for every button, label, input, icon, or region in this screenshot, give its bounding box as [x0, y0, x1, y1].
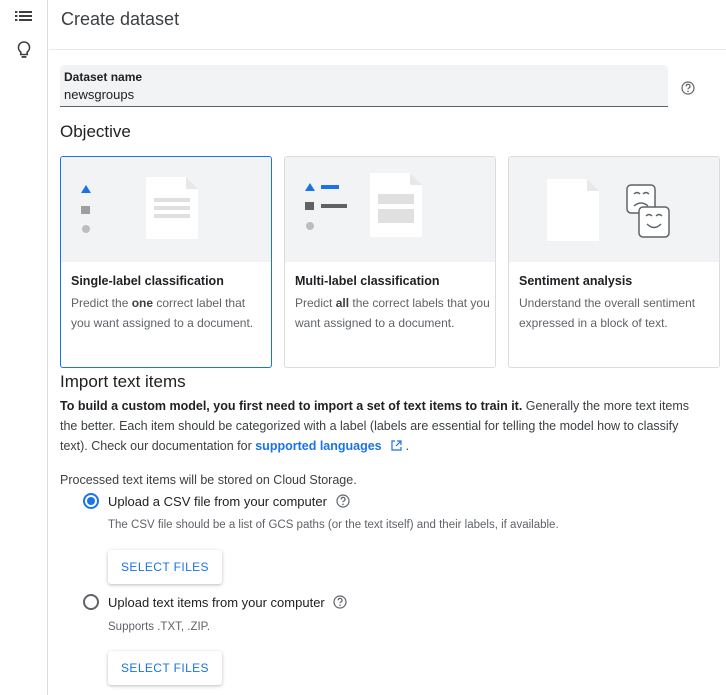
card-description: Predict all the correct labels that you …: [295, 296, 490, 330]
single-label-illustration: [61, 157, 271, 262]
objective-card-multi-label[interactable]: Multi-label classification Predict all t…: [284, 156, 496, 368]
sentiment-illustration: [509, 157, 719, 262]
upload-csv-description: The CSV file should be a list of GCS pat…: [108, 519, 559, 531]
card-description: Predict the one correct label that you w…: [71, 296, 254, 330]
help-icon[interactable]: [335, 494, 350, 508]
help-icon[interactable]: [681, 81, 695, 95]
storage-note: Processed text items will be stored on C…: [60, 473, 357, 487]
select-files-csv-button[interactable]: SELECT FILES: [108, 550, 222, 584]
card-title: Multi-label classification: [295, 274, 440, 288]
lightbulb-icon[interactable]: [14, 40, 34, 60]
list-icon[interactable]: [14, 6, 34, 26]
dataset-name-field[interactable]: Dataset name newsgroups: [60, 65, 668, 107]
external-link-icon[interactable]: [391, 440, 402, 451]
card-description: Understand the overall sentiment express…: [519, 296, 696, 330]
page-title: Create dataset: [61, 9, 180, 29]
card-title: Single-label classification: [71, 274, 224, 288]
select-files-text-button[interactable]: SELECT FILES: [108, 651, 222, 685]
help-icon[interactable]: [333, 595, 347, 609]
upload-csv-label[interactable]: Upload a CSV file from your computer: [108, 494, 350, 509]
supported-languages-link[interactable]: supported languages: [255, 439, 381, 453]
dataset-name-input[interactable]: newsgroups: [64, 87, 134, 102]
multi-label-illustration: [285, 157, 495, 262]
card-title: Sentiment analysis: [519, 274, 633, 288]
upload-csv-radio[interactable]: [83, 493, 99, 509]
upload-text-items-radio[interactable]: [83, 594, 99, 610]
objective-card-single-label[interactable]: Single-label classification Predict the …: [60, 156, 272, 368]
objective-card-sentiment[interactable]: Sentiment analysis Understand the overal…: [508, 156, 720, 368]
objective-heading: Objective: [60, 122, 131, 141]
left-rail: [0, 0, 48, 695]
page-header: Create dataset: [49, 0, 726, 50]
dataset-name-label: Dataset name: [64, 70, 143, 84]
upload-text-items-label[interactable]: Upload text items from your computer: [108, 595, 347, 610]
upload-text-items-description: Supports .TXT, .ZIP.: [108, 621, 211, 633]
import-description: To build a custom model, you first need …: [60, 399, 690, 453]
import-heading: Import text items: [60, 372, 186, 391]
